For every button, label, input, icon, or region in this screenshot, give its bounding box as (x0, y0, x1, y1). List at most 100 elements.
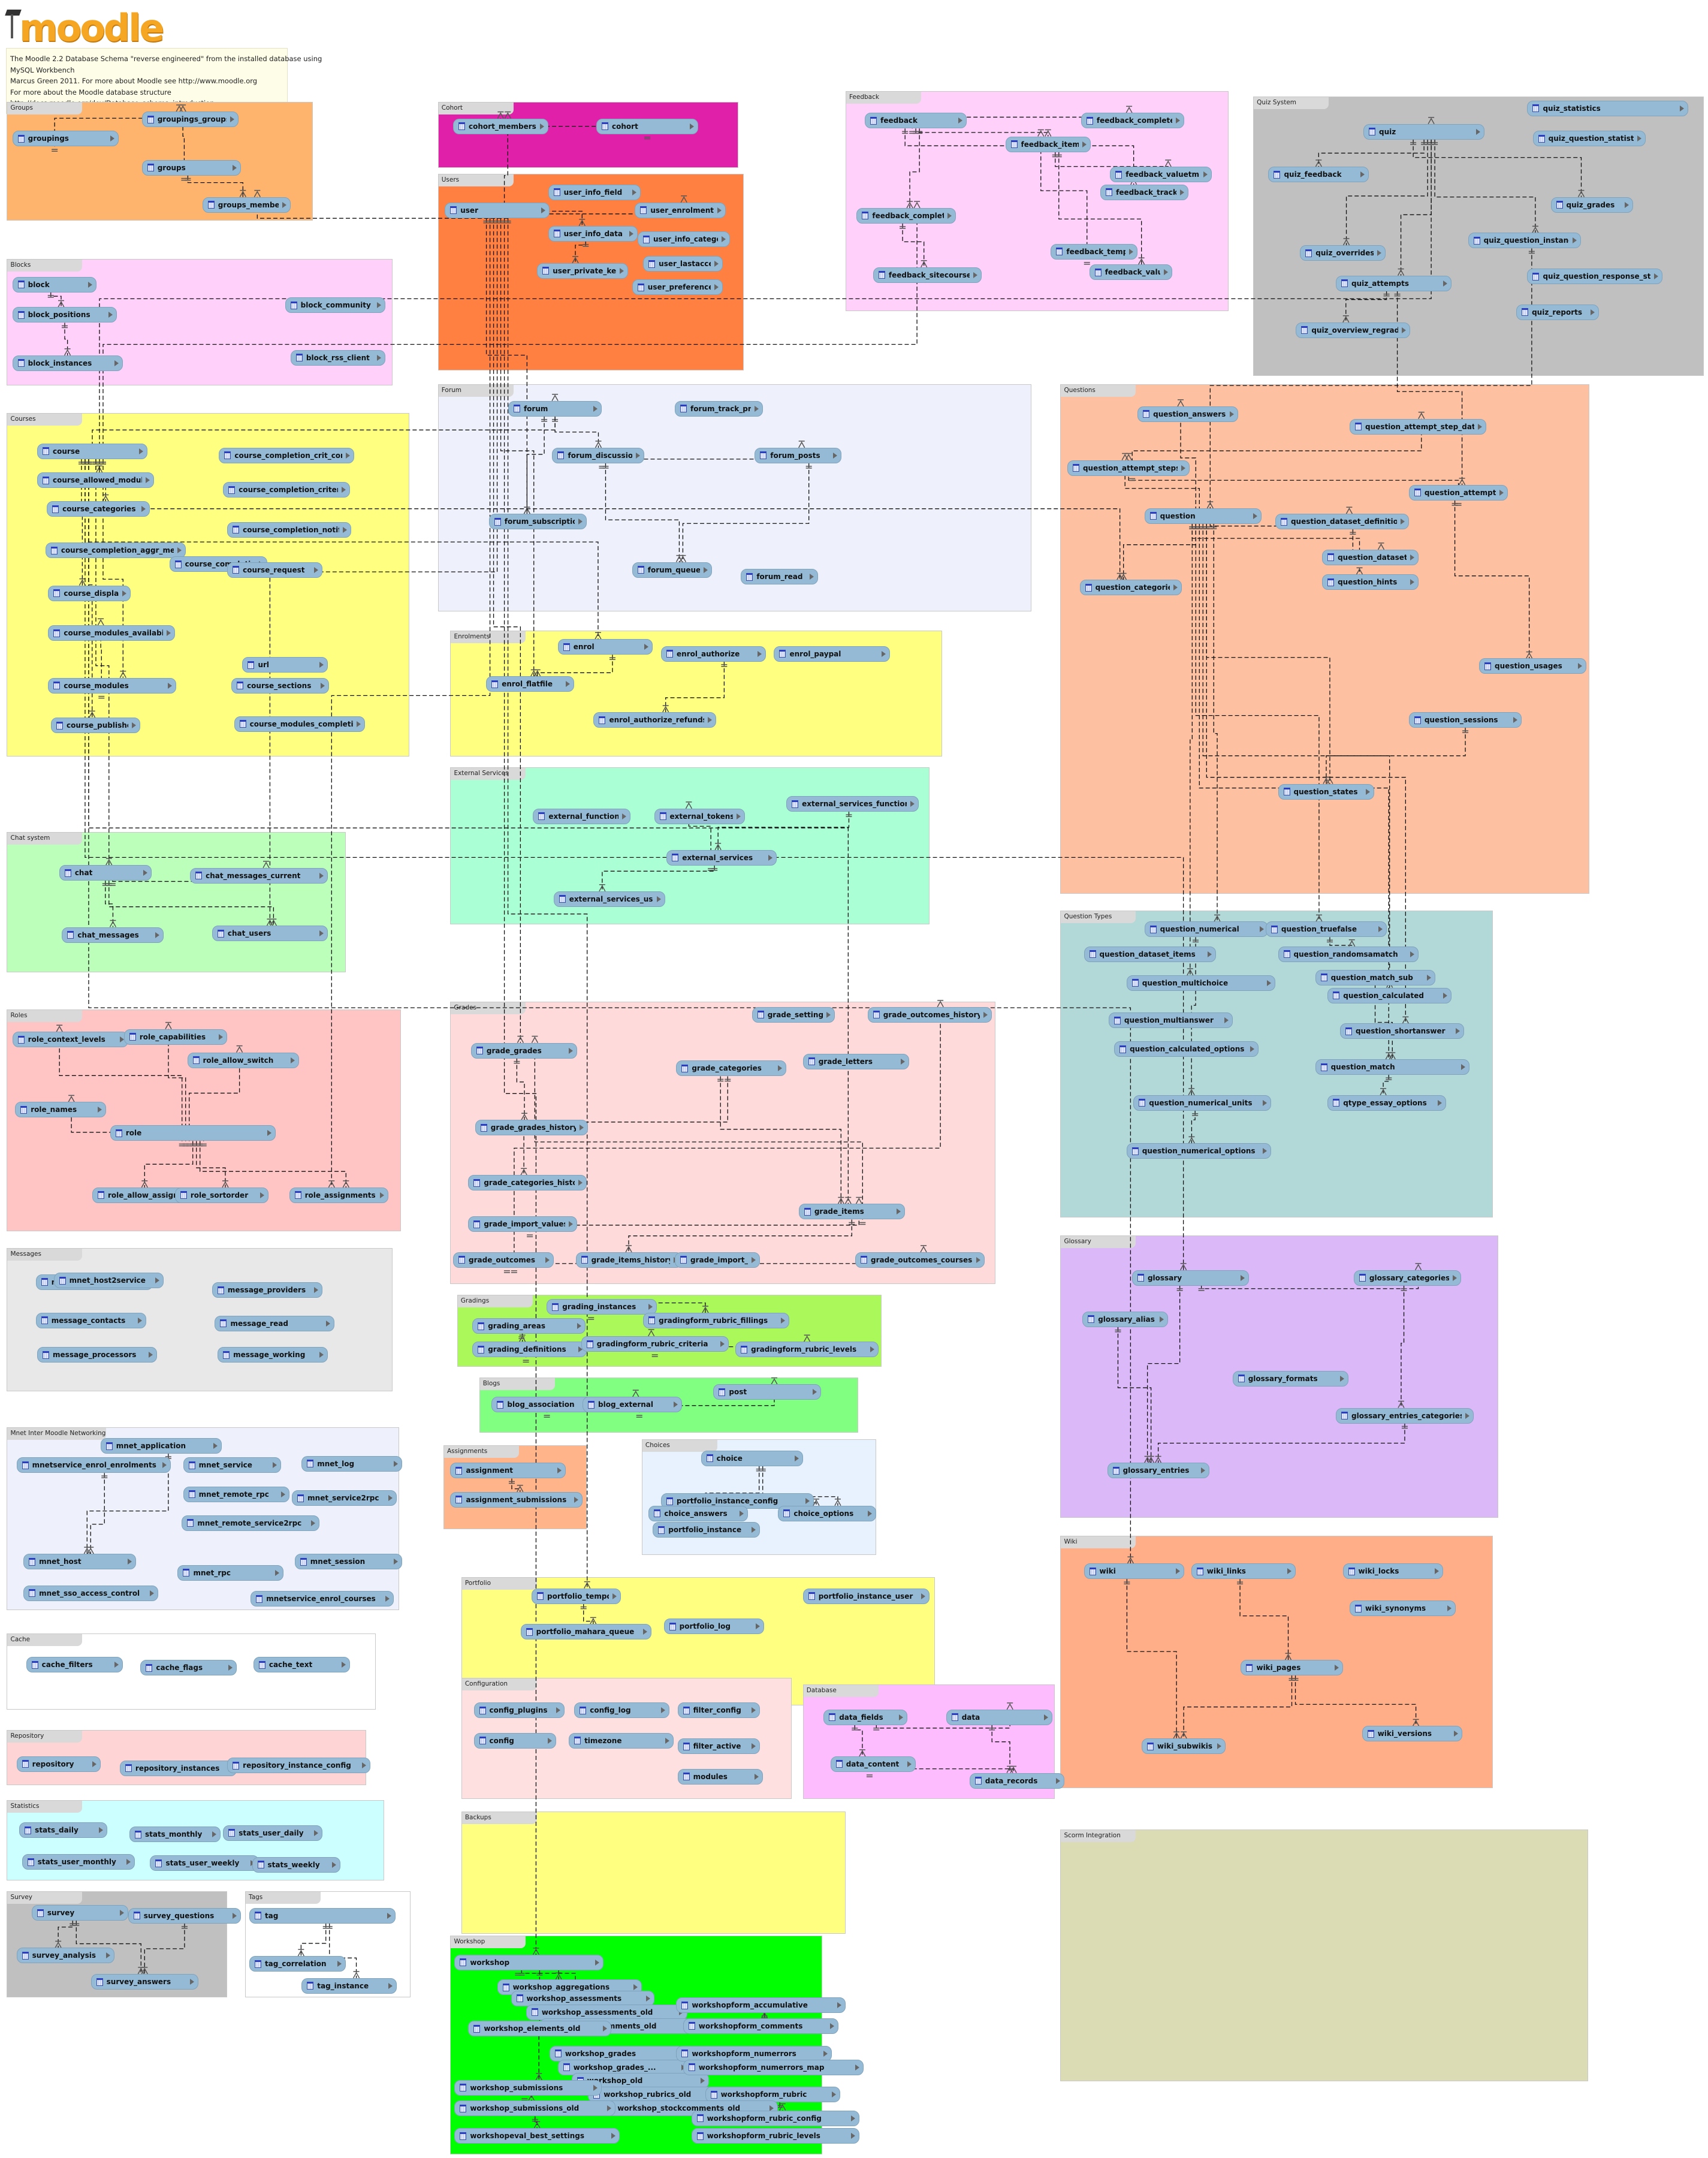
table-question-hints[interactable]: question_hints (1322, 574, 1419, 590)
table-quiz-statistics[interactable]: quiz_statistics (1527, 100, 1689, 116)
expand-arrow-icon[interactable] (331, 1861, 336, 1868)
table-question-randomsamatch[interactable]: question_randomsamatch (1278, 946, 1419, 962)
expand-arrow-icon[interactable] (690, 123, 695, 129)
expand-arrow-icon[interactable] (1453, 1274, 1457, 1281)
expand-arrow-icon[interactable] (958, 117, 963, 124)
table-question-multianswer[interactable]: question_multianswer (1108, 1012, 1233, 1029)
table-choice-answers[interactable]: choice_answers (648, 1505, 748, 1521)
expand-arrow-icon[interactable] (114, 1662, 119, 1668)
table-mnet-remote-rpc[interactable]: mnet_remote_rpc (183, 1486, 289, 1502)
expand-arrow-icon[interactable] (837, 2002, 841, 2009)
table-question[interactable]: question (1144, 508, 1262, 524)
table-data-records[interactable]: data_records (969, 1773, 1065, 1789)
expand-arrow-icon[interactable] (539, 123, 544, 129)
table-enrol[interactable]: enrol (557, 639, 653, 655)
table-question-numerical-units[interactable]: question_numerical_units (1133, 1095, 1272, 1111)
table-question-attempt-step-data[interactable]: question_attempt_step_data (1350, 418, 1486, 435)
table-cohort-members[interactable]: cohort_members (453, 118, 548, 134)
table-chat-messages-current[interactable]: chat_messages_current (190, 867, 328, 884)
expand-arrow-icon[interactable] (752, 1256, 756, 1263)
expand-arrow-icon[interactable] (143, 870, 147, 876)
expand-arrow-icon[interactable] (1499, 489, 1504, 496)
table-quiz-overrides[interactable]: quiz_overrides (1300, 245, 1386, 261)
table-quiz-attempts[interactable]: quiz_attempts (1336, 275, 1452, 291)
table-feedback-template[interactable]: feedback_template (1051, 243, 1138, 260)
table-feedback-completed[interactable]: feedback_completed (856, 207, 956, 224)
expand-arrow-icon[interactable] (92, 1761, 96, 1767)
table-question-shortanswer[interactable]: question_shortanswer (1339, 1023, 1464, 1039)
expand-arrow-icon[interactable] (896, 1208, 901, 1215)
expand-arrow-icon[interactable] (633, 1984, 638, 1991)
table-data-fields[interactable]: data_fields (823, 1709, 908, 1725)
expand-arrow-icon[interactable] (137, 1317, 142, 1324)
expand-arrow-icon[interactable] (319, 662, 324, 668)
expand-arrow-icon[interactable] (1653, 273, 1658, 280)
table-mnet-rpc[interactable]: mnet_rpc (177, 1565, 284, 1581)
expand-arrow-icon[interactable] (548, 1737, 553, 1744)
table-question-datasets[interactable]: question_datasets (1322, 549, 1419, 565)
table-blog-external[interactable]: blog_external (583, 1397, 682, 1413)
expand-arrow-icon[interactable] (976, 1256, 981, 1263)
table-wiki-links[interactable]: wiki_links (1191, 1563, 1296, 1580)
table-quiz-reports[interactable]: quiz_reports (1516, 304, 1599, 320)
table-workshop-grades[interactable]: workshop_grades (549, 2045, 685, 2061)
table-enrol-paypal[interactable]: enrol_paypal (774, 646, 890, 662)
expand-arrow-icon[interactable] (280, 1491, 285, 1497)
table-grade-outcomes[interactable]: grade_outcomes (453, 1252, 554, 1268)
expand-arrow-icon[interactable] (629, 230, 633, 237)
expand-arrow-icon[interactable] (1082, 141, 1087, 147)
expand-arrow-icon[interactable] (1400, 519, 1405, 525)
table-glossary[interactable]: glossary (1131, 1270, 1250, 1286)
table-groupings[interactable]: groupings (12, 131, 119, 147)
expand-arrow-icon[interactable] (1460, 1064, 1465, 1071)
table-workshop-assessments[interactable]: workshop_assessments (511, 1990, 654, 2006)
table-forum-subscriptions[interactable]: forum_subscriptions (488, 514, 587, 530)
table-data-content[interactable]: data_content (830, 1756, 916, 1772)
table-forum-track-pr[interactable]: forum_track_pr... (675, 400, 764, 417)
table-repository-instances[interactable]: repository_instances (119, 1760, 237, 1776)
expand-arrow-icon[interactable] (768, 854, 773, 861)
expand-arrow-icon[interactable] (757, 650, 762, 657)
table-portfolio-instance[interactable]: portfolio_instance (653, 1522, 761, 1538)
table-groups[interactable]: groups (141, 159, 242, 176)
table-role-allow-switch[interactable]: role_allow_switch (187, 1052, 299, 1068)
table-grading-areas[interactable]: grading_areas (472, 1318, 586, 1334)
expand-arrow-icon[interactable] (1241, 1274, 1245, 1281)
expand-arrow-icon[interactable] (166, 630, 171, 637)
table-data[interactable]: data (946, 1709, 1052, 1725)
expand-arrow-icon[interactable] (377, 354, 382, 361)
expand-arrow-icon[interactable] (341, 487, 346, 493)
expand-arrow-icon[interactable] (648, 1304, 653, 1310)
expand-arrow-icon[interactable] (867, 1510, 872, 1517)
table-groups-members[interactable]: groups_members (202, 197, 291, 213)
expand-arrow-icon[interactable] (260, 1192, 265, 1198)
table-grade-categories[interactable]: grade_categories (676, 1060, 787, 1077)
expand-arrow-icon[interactable] (823, 2050, 828, 2057)
table-question-match[interactable]: question_match (1315, 1059, 1469, 1075)
table-stats-user-daily[interactable]: stats_user_daily (223, 1825, 322, 1841)
expand-arrow-icon[interactable] (1129, 248, 1134, 255)
expand-arrow-icon[interactable] (387, 1912, 391, 1919)
expand-arrow-icon[interactable] (812, 1389, 817, 1396)
table-question-calculated[interactable]: question_calculated (1327, 987, 1452, 1003)
table-gradingform-rubric-levels[interactable]: gradingform_rubric_levels (735, 1342, 879, 1358)
table-block-rss-client[interactable]: block_rss_client (290, 349, 386, 366)
expand-arrow-icon[interactable] (1513, 717, 1518, 724)
expand-arrow-icon[interactable] (1334, 1665, 1339, 1671)
table-url[interactable]: url (242, 657, 328, 673)
expand-arrow-icon[interactable] (1402, 327, 1407, 333)
expand-arrow-icon[interactable] (119, 1036, 124, 1043)
expand-arrow-icon[interactable] (755, 405, 759, 412)
table-stats-user-monthly[interactable]: stats_user_monthly (22, 1854, 135, 1870)
expand-arrow-icon[interactable] (1578, 663, 1583, 670)
expand-arrow-icon[interactable] (388, 1982, 393, 1989)
expand-arrow-icon[interactable] (714, 284, 719, 291)
table-portfolio-instance-user[interactable]: portfolio_instance_user (802, 1588, 930, 1604)
table-portfolio-tempdata[interactable]: portfolio_tempdata (532, 1588, 621, 1604)
expand-arrow-icon[interactable] (833, 452, 838, 459)
expand-arrow-icon[interactable] (1443, 280, 1448, 287)
table-course-modules-completion[interactable]: course_modules_completion (234, 716, 365, 732)
expand-arrow-icon[interactable] (141, 506, 146, 513)
table-mnetservice-enrol-enrolments[interactable]: mnetservice_enrol_enrolments (16, 1457, 171, 1473)
expand-arrow-icon[interactable] (1043, 1714, 1048, 1720)
